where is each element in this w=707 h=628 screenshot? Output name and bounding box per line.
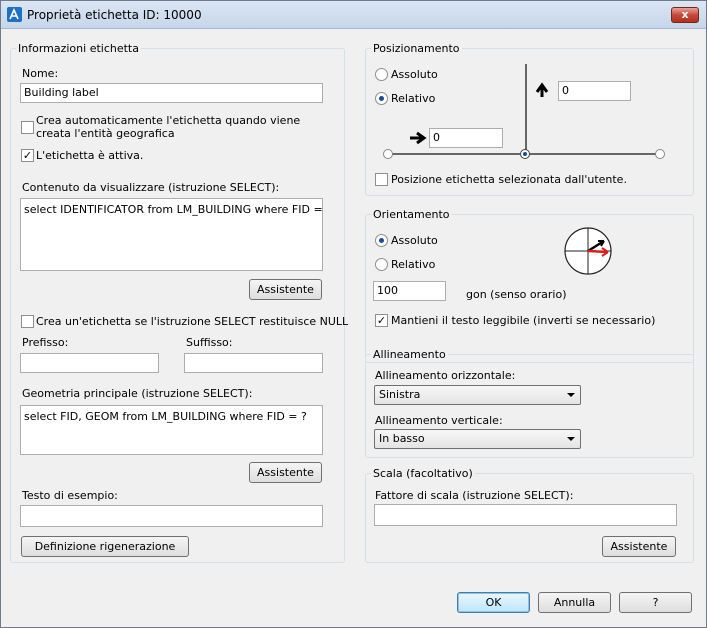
scale-factor-label: Fattore di scala (istruzione SELECT): <box>375 489 574 502</box>
prefix-label: Prefisso: <box>22 336 69 349</box>
slider-right-handle[interactable] <box>655 149 665 159</box>
check-icon: ✓ <box>22 149 33 162</box>
prefix-field[interactable] <box>20 353 159 373</box>
y-offset-field[interactable]: 0 <box>558 81 631 101</box>
scale-factor-field[interactable] <box>374 504 677 526</box>
chevron-down-icon <box>567 393 575 397</box>
geometry-label: Geometria principale (istruzione SELECT)… <box>22 387 253 400</box>
vertical-alignment-label: Allineamento verticale: <box>375 414 503 427</box>
slider-left-handle[interactable] <box>383 149 393 159</box>
close-icon: x <box>681 8 689 21</box>
alignment-legend: Allineamento <box>373 348 446 361</box>
suffix-field[interactable] <box>184 353 323 373</box>
horizontal-alignment-select[interactable]: Sinistra <box>374 385 581 405</box>
scale-assistant-button[interactable]: Assistente <box>602 536 676 557</box>
help-button[interactable]: ? <box>619 592 692 613</box>
check-icon: ✓ <box>376 314 387 327</box>
vertical-alignment-select[interactable]: In basso <box>374 429 581 449</box>
angle-unit-label: gon (senso orario) <box>466 288 567 301</box>
suffix-label: Suffisso: <box>186 336 233 349</box>
active-checkbox[interactable]: ✓ <box>21 149 34 162</box>
auto-create-checkbox[interactable] <box>21 121 34 134</box>
position-offset-diagram <box>383 64 665 159</box>
name-label: Nome: <box>22 67 59 80</box>
label-info-legend: Informazioni etichetta <box>18 42 139 55</box>
arrow-right-icon <box>410 131 427 145</box>
slider-center-handle[interactable] <box>520 149 530 159</box>
active-label: L'etichetta è attiva. <box>36 149 144 162</box>
horizontal-alignment-label: Allineamento orizzontale: <box>375 369 516 382</box>
orientation-relative-label: Relativo <box>391 258 436 271</box>
user-selected-position-checkbox[interactable] <box>375 173 388 186</box>
keep-readable-label: Mantieni il testo leggibile (inverti se … <box>391 314 656 327</box>
null-label-checkbox[interactable] <box>21 315 34 328</box>
vertical-alignment-value: In basso <box>379 432 425 445</box>
content-field[interactable]: select IDENTIFICATOR from LM_BUILDING wh… <box>20 198 323 271</box>
autocad-map-icon <box>7 7 22 22</box>
positioning-legend: Posizionamento <box>373 42 460 55</box>
orientation-relative-radio[interactable] <box>375 258 388 271</box>
ok-button[interactable]: OK <box>457 592 530 613</box>
chevron-down-icon <box>567 437 575 441</box>
x-offset-field[interactable]: 0 <box>429 128 503 148</box>
keep-readable-checkbox[interactable]: ✓ <box>375 314 388 327</box>
content-assistant-button[interactable]: Assistente <box>249 279 322 300</box>
scale-legend: Scala (facoltativo) <box>373 467 473 480</box>
window-title: Proprietà etichetta ID: 10000 <box>27 8 202 22</box>
user-selected-position-label: Posizione etichetta selezionata dall'ute… <box>391 173 627 186</box>
compass-icon[interactable] <box>562 225 614 277</box>
geometry-assistant-button[interactable]: Assistente <box>249 462 322 483</box>
name-field[interactable]: Building label <box>20 83 323 103</box>
dialog-body: Informazioni etichetta Nome: Building la… <box>1 30 706 627</box>
close-button[interactable]: x <box>671 7 699 23</box>
sample-text-field[interactable] <box>20 505 323 527</box>
arrow-up-icon <box>535 82 549 97</box>
horizontal-alignment-value: Sinistra <box>379 388 421 401</box>
orientation-legend: Orientamento <box>373 208 450 221</box>
label-properties-dialog: Proprietà etichetta ID: 10000 x Informaz… <box>0 0 707 628</box>
auto-create-label: Crea automaticamente l'etichetta quando … <box>36 114 301 140</box>
cancel-button[interactable]: Annulla <box>538 592 611 613</box>
content-label: Contenuto da visualizzare (istruzione SE… <box>22 181 280 194</box>
orientation-absolute-radio[interactable] <box>375 234 388 247</box>
angle-field[interactable]: 100 <box>373 281 446 301</box>
geometry-field[interactable]: select FID, GEOM from LM_BUILDING where … <box>20 405 323 455</box>
null-label-label: Crea un'etichetta se l'istruzione SELECT… <box>36 315 349 328</box>
sample-text-label: Testo di esempio: <box>22 489 118 502</box>
title-bar[interactable]: Proprietà etichetta ID: 10000 x <box>1 1 706 29</box>
orientation-absolute-label: Assoluto <box>391 234 438 247</box>
regeneration-definition-button[interactable]: Definizione rigenerazione <box>21 536 189 557</box>
